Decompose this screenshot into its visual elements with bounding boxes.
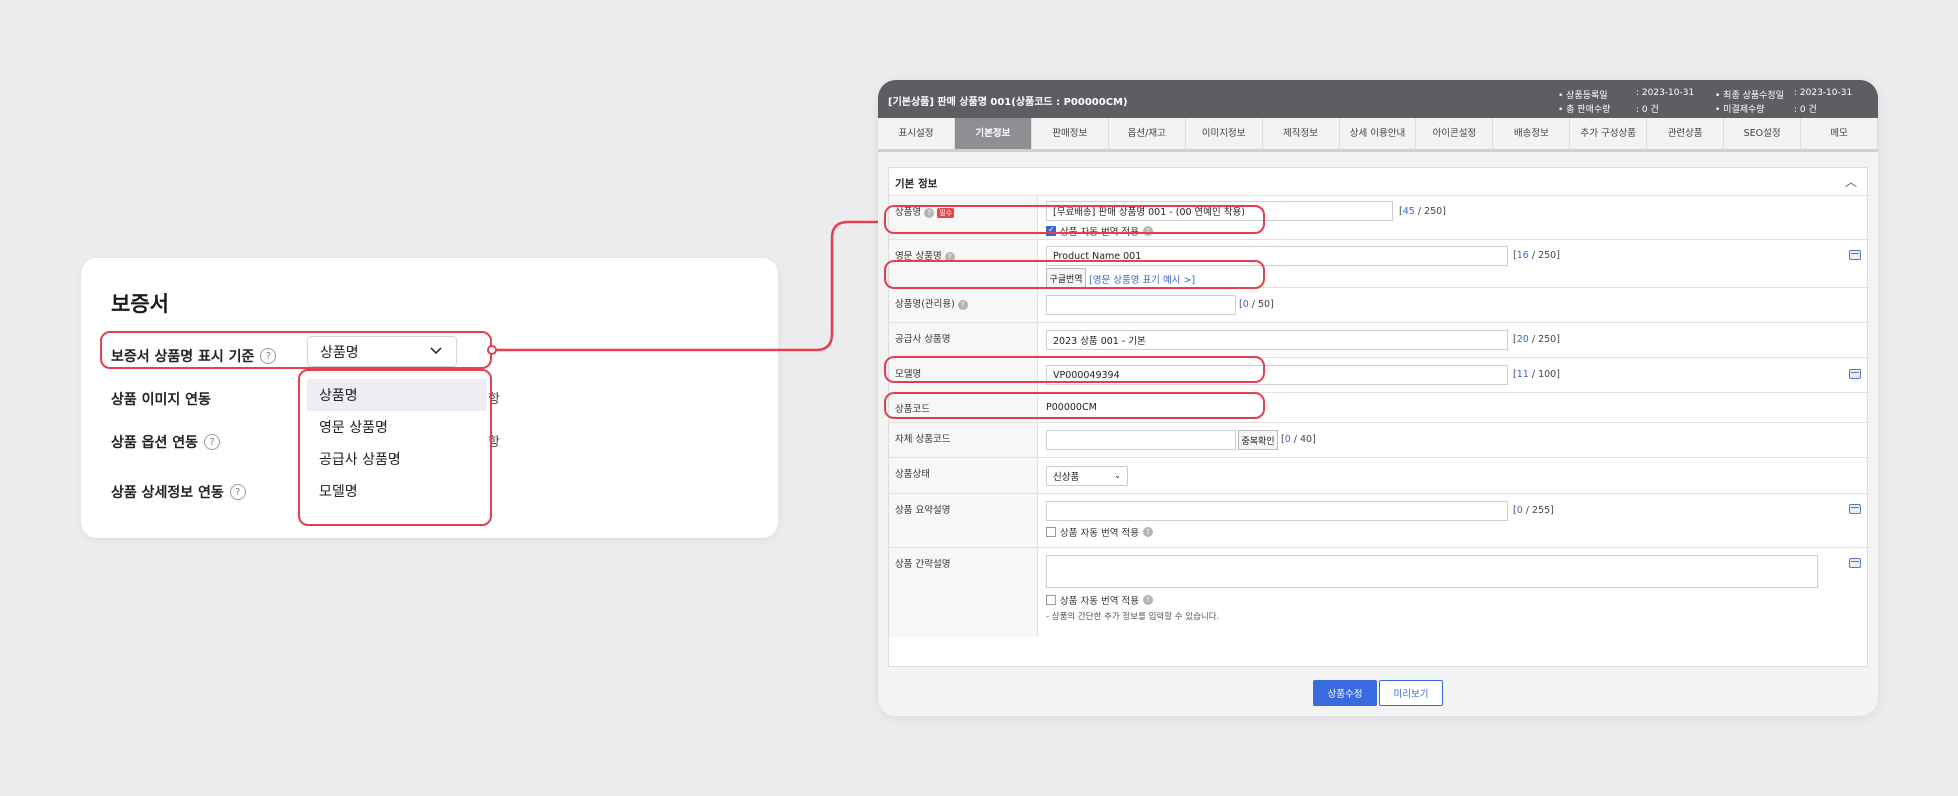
- highlight-box: [884, 356, 1265, 383]
- storage-icon[interactable]: [1849, 369, 1861, 379]
- char-counter: [45 / 250]: [1399, 206, 1446, 217]
- row-brief: 상품 간략설명 상품 자동 번역 적용 ? - 상품의 간단한 추가 정보를 입…: [889, 547, 1869, 637]
- tab-item[interactable]: 판매정보: [1032, 118, 1109, 149]
- tab-item[interactable]: 상세 이용안내: [1340, 118, 1417, 149]
- tab-item[interactable]: SEO설정: [1724, 118, 1802, 149]
- highlight-box: [884, 392, 1265, 419]
- field-label: 상품 간략설명: [889, 548, 1038, 637]
- tab-item[interactable]: 관련상품: [1647, 118, 1725, 149]
- storage-icon[interactable]: [1849, 504, 1861, 514]
- char-counter: [0 / 50]: [1239, 299, 1274, 310]
- field-label: 상품 요약설명: [889, 494, 1038, 547]
- status-select[interactable]: 신상품 ⌄: [1046, 466, 1128, 486]
- tab-item[interactable]: 옵션/재고: [1109, 118, 1186, 149]
- tab-item[interactable]: 제작정보: [1263, 118, 1340, 149]
- tab-bar: 표시설정 기본정보 판매정보 옵션/재고 이미지정보 제작정보 상세 이용안내 아이콘설정 배송…: [878, 118, 1878, 152]
- row-summary: 상품 요약설명 [0 / 255] 상품 자동 번역 적용 ?: [889, 493, 1869, 547]
- save-button[interactable]: 상품수정: [1313, 680, 1377, 706]
- storage-icon[interactable]: [1849, 250, 1861, 260]
- highlight-box: [884, 260, 1265, 289]
- meta-label: • 상품등록일: [1558, 91, 1608, 101]
- field-label: 공급사 상품명: [889, 323, 1038, 357]
- meta-label: • 미결제수량: [1715, 105, 1765, 115]
- own-code-input[interactable]: [1046, 430, 1236, 450]
- meta-label: • 총 판매수량: [1558, 105, 1611, 115]
- tab-item[interactable]: 메모: [1801, 118, 1878, 149]
- supplier-name-input[interactable]: 2023 상품 001 - 기본: [1046, 330, 1508, 350]
- auto-translate-checkbox[interactable]: 상품 자동 번역 적용 ?: [1046, 525, 1153, 539]
- field-label: 상품상태: [889, 458, 1038, 493]
- row-own-code: 자체 상품코드 중복확인 [0 / 40]: [889, 422, 1869, 457]
- brief-textarea[interactable]: [1046, 555, 1818, 588]
- summary-input[interactable]: [1046, 501, 1508, 521]
- window-title: [기본상품] 판매 상품명 001(상품코드 : P00000CM): [888, 97, 1128, 108]
- tab-item[interactable]: 표시설정: [878, 118, 955, 149]
- char-counter: [11 / 100]: [1513, 369, 1560, 380]
- char-counter: [16 / 250]: [1513, 250, 1560, 261]
- admin-name-input[interactable]: [1046, 295, 1236, 315]
- row-admin-name: 상품명(관리용) ? [0 / 50]: [889, 287, 1869, 322]
- tab-item[interactable]: 아이콘설정: [1416, 118, 1494, 149]
- tab-item[interactable]: 배송정보: [1493, 118, 1571, 149]
- window-header: [기본상품] 판매 상품명 001(상품코드 : P00000CM) • 상품등…: [878, 80, 1878, 118]
- field-label: 자체 상품코드: [889, 423, 1038, 457]
- meta-value: : 2023-10-31: [1794, 88, 1853, 98]
- row-status: 상품상태 신상품 ⌄: [889, 457, 1869, 493]
- meta-value: : 2023-10-31: [1636, 88, 1695, 98]
- tab-item[interactable]: 추가 구성상품: [1570, 118, 1648, 149]
- meta-value: : 0 건: [1794, 105, 1817, 115]
- preview-button[interactable]: 미리보기: [1379, 680, 1443, 706]
- chevron-up-icon[interactable]: ︿: [1845, 173, 1857, 190]
- field-label: 상품명(관리용) ?: [889, 288, 1038, 322]
- tab-item[interactable]: 기본정보: [954, 118, 1032, 149]
- highlight-box: [884, 205, 1265, 234]
- section-title: 기본 정보: [895, 178, 938, 190]
- tab-item[interactable]: 이미지정보: [1186, 118, 1263, 149]
- storage-icon[interactable]: [1849, 558, 1861, 568]
- footer-bar: 상품수정 미리보기: [878, 670, 1878, 716]
- meta-label: • 최종 상품수정일: [1715, 91, 1784, 101]
- char-counter: [20 / 250]: [1513, 334, 1560, 345]
- meta-value: : 0 건: [1636, 105, 1659, 115]
- chevron-down-icon: ⌄: [1114, 471, 1121, 480]
- char-counter: [0 / 40]: [1281, 434, 1316, 445]
- row-supplier-name: 공급사 상품명 2023 상품 001 - 기본 [20 / 250]: [889, 322, 1869, 357]
- duplicate-check-button[interactable]: 중복확인: [1238, 430, 1278, 450]
- char-counter: [0 / 255]: [1513, 505, 1554, 516]
- help-icon: ?: [957, 300, 968, 310]
- auto-translate-checkbox[interactable]: 상품 자동 번역 적용 ?: [1046, 593, 1153, 607]
- hint-text: - 상품의 간단한 추가 정보를 입력할 수 있습니다.: [1046, 612, 1220, 622]
